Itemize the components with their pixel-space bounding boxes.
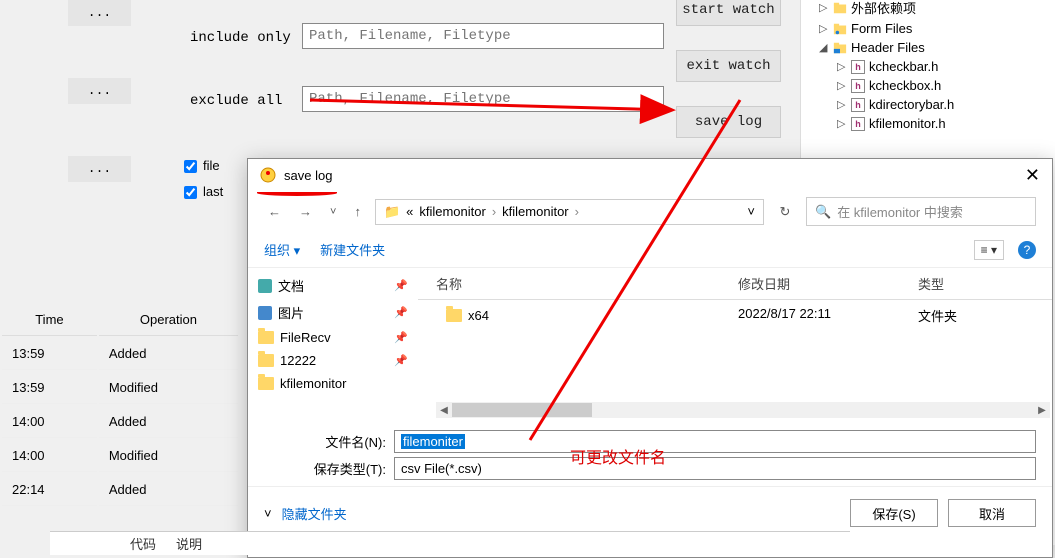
quick-access: 文档📌 图片📌 FileRecv📌 12222📌 kfilemonitor: [248, 268, 418, 418]
search-input[interactable]: 🔍 在 kfilemonitor 中搜索: [806, 197, 1036, 226]
col-type[interactable]: 类型: [918, 274, 1052, 293]
quick-filerecv[interactable]: FileRecv📌: [258, 326, 408, 349]
nav-recent-icon[interactable]: ˅: [326, 206, 340, 218]
organize-menu[interactable]: 组织 ▾: [264, 240, 300, 259]
folder-icon: [446, 309, 462, 322]
app-icon: [260, 167, 276, 183]
tree-file[interactable]: ▷hkcheckbox.h: [805, 76, 1051, 95]
table-row: 13:59Modified: [2, 372, 238, 404]
last-checkbox[interactable]: last: [184, 184, 223, 201]
tree-header-files[interactable]: ◢Header Files: [805, 38, 1051, 57]
filetype-select[interactable]: csv File(*.csv): [394, 457, 1036, 480]
quick-12222[interactable]: 12222📌: [258, 349, 408, 372]
nav-fwd-icon[interactable]: →: [295, 204, 316, 219]
filetype-label: 保存类型(T):: [264, 459, 394, 478]
table-row: 22:14Added: [2, 474, 238, 506]
search-icon: 🔍: [815, 204, 831, 220]
tab-desc[interactable]: 说明: [176, 534, 202, 553]
quick-pics[interactable]: 图片📌: [258, 299, 408, 326]
tree-file[interactable]: ▷hkfilemonitor.h: [805, 114, 1051, 133]
chevron-down-icon[interactable]: ˅: [264, 506, 272, 521]
breadcrumb[interactable]: 📁 « kfilemonitor› kfilemonitor› ˅: [375, 199, 764, 225]
nav-up-icon[interactable]: ↑: [350, 204, 365, 219]
nav-back-icon[interactable]: ←: [264, 204, 285, 219]
quick-docs[interactable]: 文档📌: [258, 272, 408, 299]
log-table: TimeOperation 13:59Added 13:59Modified 1…: [0, 302, 240, 508]
include-input[interactable]: [302, 23, 664, 49]
col-date[interactable]: 修改日期: [738, 274, 918, 293]
refresh-icon[interactable]: ↻: [774, 204, 796, 220]
filename-label: 文件名(N):: [264, 432, 394, 451]
hide-folders-link[interactable]: 隐藏文件夹: [282, 504, 840, 523]
exit-watch-button[interactable]: exit watch: [676, 50, 781, 82]
bottom-tabs: 代码 说明: [50, 531, 850, 555]
view-button[interactable]: ≡ ▾: [974, 240, 1004, 260]
file-list: 名称 修改日期 类型 x64 2022/8/17 22:11 文件夹 ◀▶: [418, 268, 1052, 418]
save-dialog: save log ✕ ← → ˅ ↑ 📁 « kfilemonitor› kfi…: [247, 158, 1053, 558]
tree-file[interactable]: ▷hkcheckbar.h: [805, 57, 1051, 76]
dialog-title: save log: [284, 168, 332, 183]
annotation-text: 可更改文件名: [570, 444, 666, 468]
exclude-label: exclude all: [190, 93, 282, 109]
exclude-input[interactable]: [302, 86, 664, 112]
annotation-underline: [257, 190, 337, 196]
col-name[interactable]: 名称: [418, 274, 738, 293]
table-row: 13:59Added: [2, 338, 238, 370]
file-row[interactable]: x64 2022/8/17 22:11 文件夹: [418, 300, 1052, 331]
cancel-button[interactable]: 取消: [948, 499, 1036, 527]
browse-button-3[interactable]: ...: [68, 156, 131, 182]
new-folder-button[interactable]: 新建文件夹: [320, 240, 385, 259]
table-row: 14:00Modified: [2, 440, 238, 472]
browse-button-2[interactable]: ...: [68, 78, 131, 104]
folder-icon: 📁: [384, 204, 400, 220]
quick-km[interactable]: kfilemonitor: [258, 372, 408, 395]
tree-file[interactable]: ▷hkdirectorybar.h: [805, 95, 1051, 114]
tab-code[interactable]: 代码: [130, 534, 156, 553]
browse-button-1[interactable]: ...: [68, 0, 131, 26]
start-watch-button[interactable]: start watch: [676, 0, 781, 26]
save-button[interactable]: 保存(S): [850, 499, 938, 527]
help-icon[interactable]: ?: [1018, 241, 1036, 259]
close-icon[interactable]: ✕: [1025, 165, 1040, 186]
filename-input[interactable]: filemoniter: [394, 430, 1036, 453]
h-scrollbar[interactable]: ◀▶: [436, 402, 1050, 418]
save-log-button[interactable]: save log: [676, 106, 781, 138]
table-row: 14:00Added: [2, 406, 238, 438]
file-checkbox[interactable]: file: [184, 158, 220, 175]
col-time: Time: [2, 304, 97, 336]
col-op: Operation: [99, 304, 238, 336]
include-label: include only: [190, 30, 291, 46]
tree-form-files[interactable]: ▷Form Files: [805, 19, 1051, 38]
tree-ext-deps[interactable]: ▷外部依赖项: [805, 0, 1051, 19]
